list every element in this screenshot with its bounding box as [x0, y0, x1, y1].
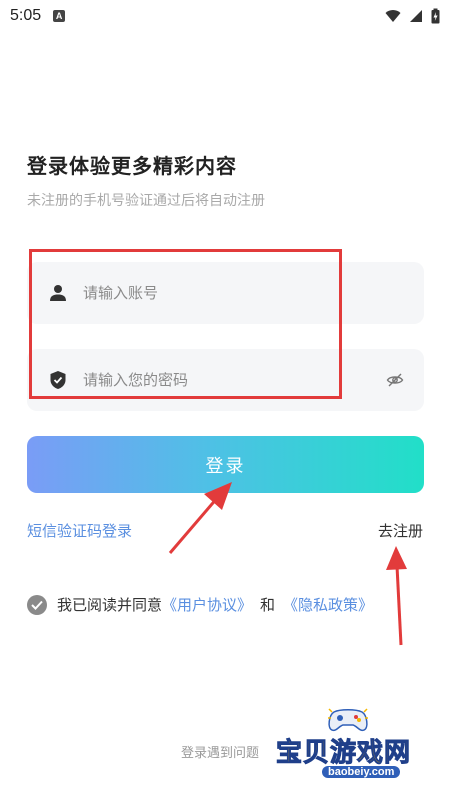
login-screen: 5:05 A 登录体验更多精彩内容 未注册的手机号验证通过后将自动注册 请输入账…	[0, 0, 450, 800]
password-input[interactable]	[81, 370, 375, 390]
page-title: 登录体验更多精彩内容	[27, 154, 237, 178]
notification-app-icon: A	[53, 10, 66, 22]
watermark-text: 宝贝游戏网	[275, 738, 412, 769]
wifi-icon	[385, 10, 401, 22]
signal-icon	[410, 10, 422, 22]
status-bar: 5:05 A	[0, 0, 450, 32]
login-button[interactable]: 登录	[27, 436, 424, 493]
password-field-container	[27, 349, 424, 411]
site-watermark: 宝贝游戏网 baobeiy.com	[270, 706, 440, 786]
login-help-link[interactable]: 登录遇到问题	[181, 742, 259, 761]
shield-check-icon	[50, 371, 66, 389]
agreement-checkbox[interactable]	[27, 594, 47, 615]
user-icon	[50, 285, 66, 301]
agreement-text: 我已阅读并同意	[57, 596, 163, 614]
page-subtitle: 未注册的手机号验证通过后将自动注册	[27, 193, 265, 209]
agreement-row: 我已阅读并同意 《用户协议》 和 《隐私政策》	[27, 594, 373, 615]
annotation-arrow-register	[386, 546, 407, 646]
register-link[interactable]: 去注册	[378, 520, 423, 541]
agreement-and-text: 和	[260, 596, 276, 614]
battery-charging-icon	[431, 8, 440, 24]
privacy-policy-link[interactable]: 《隐私政策》	[283, 594, 373, 615]
user-agreement-link[interactable]: 《用户协议》	[162, 594, 252, 615]
game-controller-icon	[328, 708, 368, 732]
status-time: 5:05	[10, 7, 42, 24]
status-icons	[385, 8, 440, 24]
account-field-container	[27, 262, 424, 324]
account-input[interactable]	[81, 283, 375, 303]
watermark-domain: baobeiy.com	[322, 766, 401, 778]
check-icon	[31, 600, 43, 610]
sms-login-link[interactable]: 短信验证码登录	[27, 520, 132, 541]
eye-hidden-icon[interactable]	[386, 371, 404, 389]
